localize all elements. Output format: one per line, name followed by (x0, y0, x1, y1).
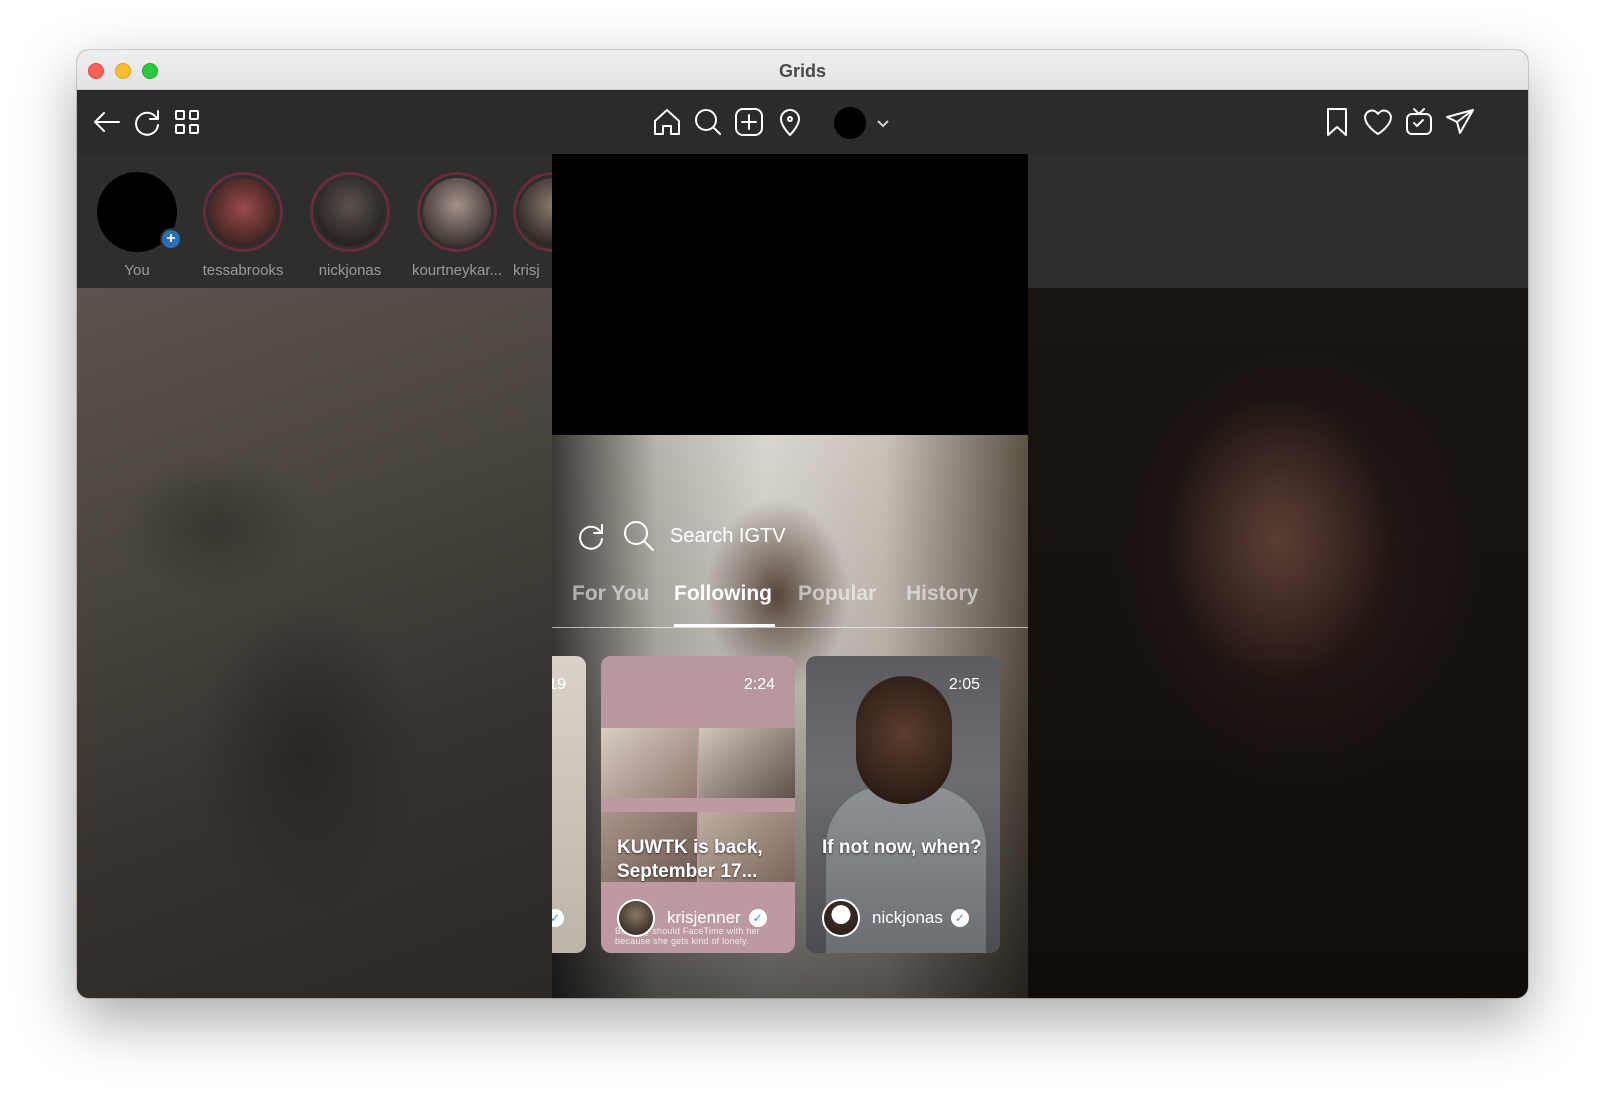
igtv-tabs: For You Following Popular History (552, 576, 1028, 628)
story-avatar (417, 172, 497, 252)
video-author[interactable]: krisjenner ✓ (617, 899, 767, 937)
direct-message-icon[interactable] (1442, 104, 1478, 140)
story-label: tessabrooks (202, 262, 284, 279)
toolbar (77, 90, 1528, 154)
story-label: nickjonas (318, 262, 382, 279)
grid-icon[interactable] (169, 104, 205, 140)
video-duration: 19 (552, 676, 566, 693)
home-icon[interactable] (649, 104, 685, 140)
avatar (822, 899, 860, 937)
story-krisjenner[interactable]: krisj (513, 172, 593, 279)
video-username: nickjonas (872, 908, 943, 927)
igtv-video-card[interactable]: 2:05 If not now, when? nickjonas ✓ (806, 656, 1000, 953)
add-story-icon[interactable]: + (160, 228, 182, 250)
story-tessabrooks[interactable]: tessabrooks (193, 172, 293, 279)
story-kourtneykardash[interactable]: kourtneykar... (407, 172, 507, 279)
refresh-icon[interactable] (574, 519, 608, 553)
chevron-down-icon[interactable] (873, 113, 893, 133)
igtv-video-player[interactable] (552, 154, 1028, 438)
video-username: krisjenner (667, 908, 741, 927)
verified-icon: ✓ (552, 909, 564, 927)
search-icon[interactable] (690, 104, 726, 140)
bookmark-icon[interactable] (1319, 104, 1355, 140)
story-you[interactable]: + You (87, 172, 187, 279)
heart-icon[interactable] (1360, 104, 1396, 140)
search-icon (624, 521, 654, 551)
video-thumbnail-face (856, 676, 952, 804)
location-pin-icon[interactable] (772, 104, 808, 140)
video-title: KUWTK is back, September 17... (617, 837, 763, 882)
igtv-panel: Search IGTV For You Following Popular Hi… (552, 154, 1028, 998)
igtv-search-bar[interactable]: Search IGTV (574, 516, 786, 556)
profile-avatar[interactable] (834, 107, 866, 139)
video-duration: 2:24 (743, 676, 775, 693)
title-bar: Grids (77, 50, 1528, 90)
active-tab-indicator (674, 624, 775, 627)
story-avatar (310, 172, 390, 252)
igtv-search-input[interactable]: Search IGTV (670, 525, 786, 548)
igtv-video-card[interactable]: 2:24 KUWTK is back, September 17... But … (601, 656, 795, 953)
story-nickjonas[interactable]: nickjonas (300, 172, 400, 279)
avatar (617, 899, 655, 937)
tab-history[interactable]: History (906, 582, 978, 606)
story-label: krisj (513, 262, 540, 279)
tab-following[interactable]: Following (674, 582, 772, 606)
window-title: Grids (778, 61, 826, 81)
verified-icon: ✓ (950, 909, 969, 927)
refresh-icon[interactable] (129, 104, 165, 140)
video-author[interactable]: nickjonas ✓ (822, 899, 969, 937)
tab-for-you[interactable]: For You (572, 582, 649, 606)
feed-post-image-right[interactable] (1028, 288, 1528, 998)
story-label: kourtneykar... (411, 262, 503, 279)
story-avatar (203, 172, 283, 252)
tab-popular[interactable]: Popular (798, 582, 876, 606)
add-post-icon[interactable] (731, 104, 767, 140)
video-title: If not now, when? (822, 837, 982, 858)
story-label: You (124, 262, 150, 279)
igtv-video-list: 19 ✓ 2:24 KUWTK is back, September 17...… (552, 656, 1028, 956)
back-arrow-icon[interactable] (89, 104, 125, 140)
igtv-video-card[interactable]: 19 ✓ (552, 656, 586, 953)
feed-post-image-left[interactable] (77, 288, 552, 998)
igtv-icon[interactable] (1401, 104, 1437, 140)
app-window: Grids + You tessabrooks nickjonas kourtn… (77, 50, 1528, 998)
verified-icon: ✓ (748, 909, 767, 927)
video-duration: 2:05 (948, 676, 980, 693)
